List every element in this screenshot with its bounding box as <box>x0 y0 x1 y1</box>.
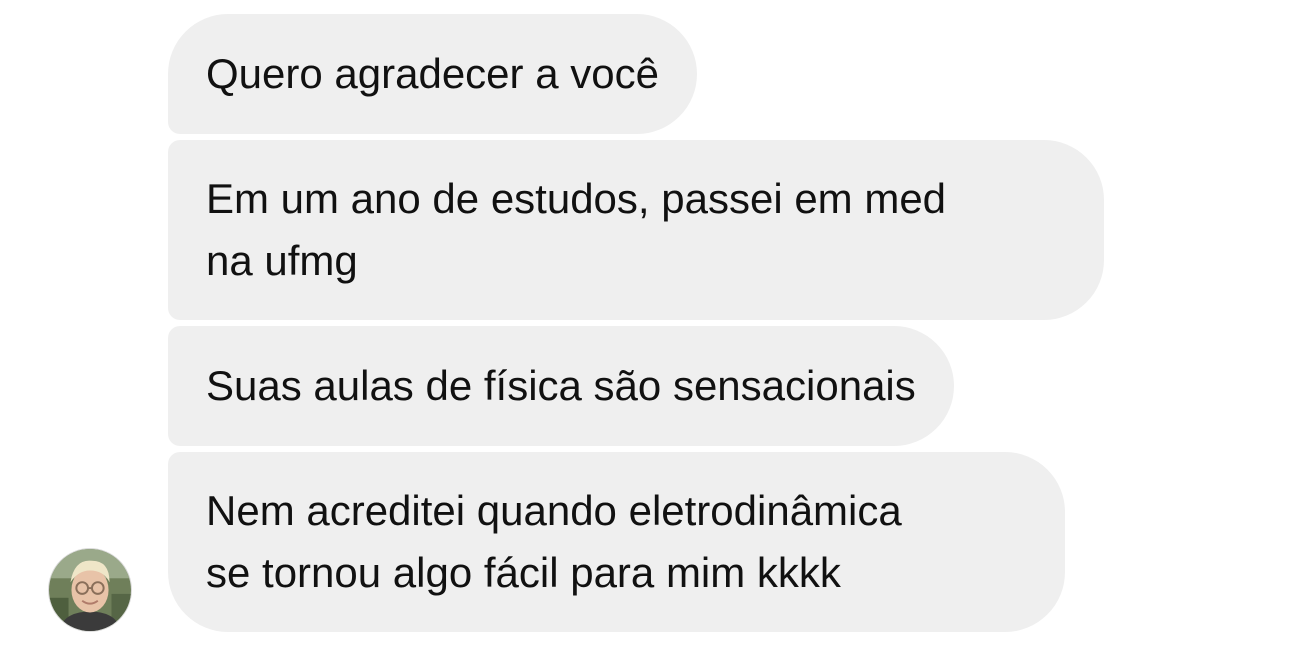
message-thread: Quero agradecer a você Em um ano de estu… <box>0 0 1290 648</box>
message-bubble[interactable]: Suas aulas de física são sensacionais <box>168 326 954 446</box>
message-bubble[interactable]: Em um ano de estudos, passei em med na u… <box>168 140 1104 320</box>
avatar-photo-icon <box>49 549 131 631</box>
message-bubble[interactable]: Nem acreditei quando eletrodinâmica se t… <box>168 452 1065 632</box>
message-bubble[interactable]: Quero agradecer a você <box>168 14 697 134</box>
sender-avatar[interactable] <box>48 548 132 632</box>
